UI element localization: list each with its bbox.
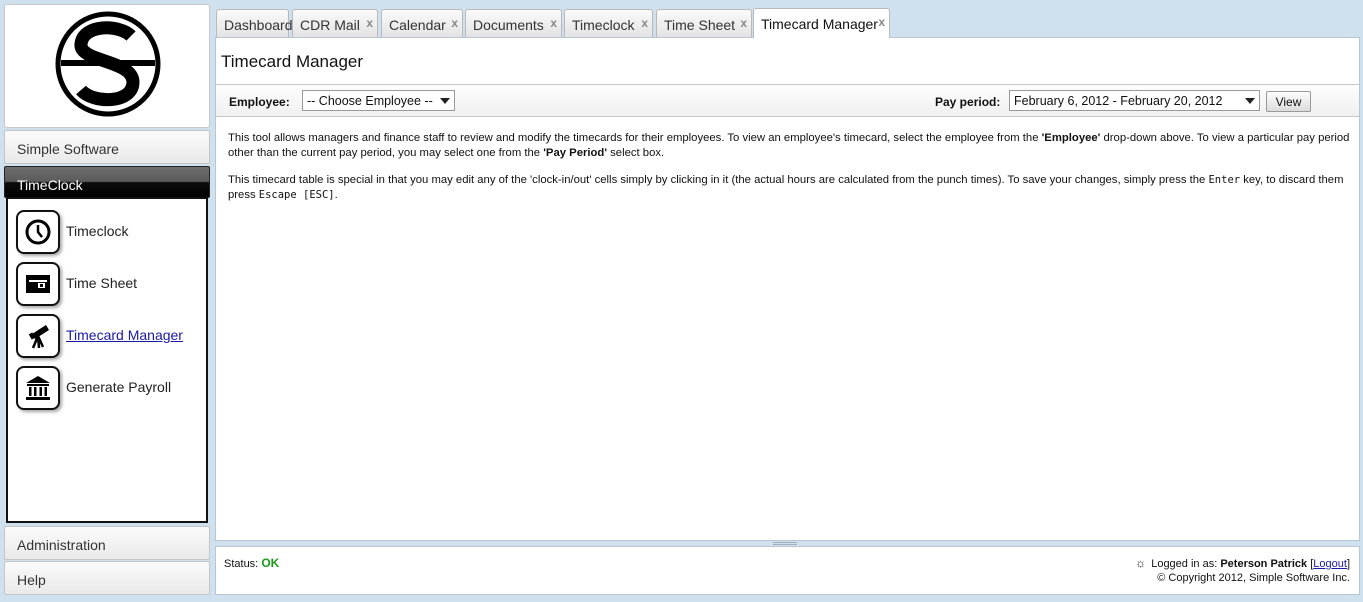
tab-label: CDR Mail: [300, 17, 360, 33]
desc1-emphasis-employee: 'Employee': [1041, 132, 1101, 144]
pay-period-label: Pay period:: [935, 95, 1001, 109]
desc1-text-e: select box.: [607, 147, 665, 159]
filter-toolbar: Employee: -- Choose Employee -- Pay peri…: [216, 85, 1359, 117]
main-panel: Timecard Manager Employee: -- Choose Emp…: [215, 37, 1360, 541]
resize-handle[interactable]: [773, 542, 797, 545]
telescope-icon: [16, 314, 60, 358]
status-label: Status:: [224, 558, 259, 570]
desc2-key-escape: Escape [ESC]: [258, 189, 335, 201]
tab-label: Timeclock: [572, 17, 635, 33]
tab-calendar[interactable]: Calendar x: [381, 9, 463, 37]
logo-box: [4, 4, 210, 128]
pay-period-select-value: February 6, 2012 - February 20, 2012: [1014, 94, 1223, 108]
section-simple-software[interactable]: Simple Software: [4, 130, 210, 164]
nav-item-timeclock[interactable]: Timeclock: [16, 210, 206, 256]
logout-link[interactable]: Logout: [1313, 558, 1347, 570]
section-help[interactable]: Help: [4, 561, 210, 595]
tab-bar: Dashboard CDR Mail x Calendar x Document…: [214, 6, 1360, 38]
bank-icon: [16, 366, 60, 410]
employee-label: Employee:: [229, 95, 290, 109]
chevron-down-icon: [1245, 98, 1255, 104]
tab-cdr-mail[interactable]: CDR Mail x: [292, 9, 378, 37]
copyright: © Copyright 2012, Simple Software Inc.: [1157, 572, 1350, 584]
section-timeclock[interactable]: TimeClock: [4, 166, 210, 198]
description-paragraph-1: This tool allows managers and finance st…: [228, 131, 1353, 161]
logged-in-label: Logged in as:: [1151, 558, 1218, 570]
status-value: OK: [261, 556, 280, 570]
employee-select-value: -- Choose Employee --: [307, 94, 433, 108]
login-line: ☼ Logged in as: Peterson Patrick [Logout…: [1135, 556, 1350, 571]
timeclock-panel: Timeclock Time Sheet Timecard Manager Ge…: [6, 197, 208, 523]
bracket-close: ]: [1346, 558, 1350, 570]
tab-dashboard[interactable]: Dashboard: [216, 9, 293, 37]
tab-label: Documents: [473, 17, 544, 33]
simple-software-logo: [55, 11, 161, 117]
tab-label: Dashboard: [224, 17, 293, 33]
close-icon[interactable]: x: [550, 16, 557, 30]
user-name: Peterson Patrick: [1220, 558, 1308, 570]
tab-documents[interactable]: Documents x: [465, 9, 562, 37]
gear-icon[interactable]: ☼: [1135, 556, 1146, 570]
nav-label-generate-payroll: Generate Payroll: [66, 379, 172, 395]
nav-label-timeclock: Timeclock: [66, 223, 129, 239]
nav-label-time-sheet: Time Sheet: [66, 275, 138, 291]
description-paragraph-2: This timecard table is special in that y…: [228, 173, 1353, 203]
close-icon[interactable]: x: [451, 16, 458, 30]
close-icon[interactable]: x: [740, 16, 747, 30]
desc1-emphasis-pay-period: 'Pay Period': [543, 147, 608, 159]
pay-period-select[interactable]: February 6, 2012 - February 20, 2012: [1009, 90, 1260, 111]
close-icon[interactable]: x: [366, 16, 373, 30]
tab-label: Timecard Manager: [761, 16, 878, 32]
nav-item-generate-payroll[interactable]: Generate Payroll: [16, 366, 206, 412]
nav-label-timecard-manager[interactable]: Timecard Manager: [66, 327, 183, 343]
employee-select[interactable]: -- Choose Employee --: [302, 90, 455, 111]
tab-timeclock[interactable]: Timeclock x: [564, 9, 653, 37]
chevron-down-icon: [440, 98, 450, 104]
tab-time-sheet[interactable]: Time Sheet x: [656, 9, 752, 37]
status-indicator: Status: OK: [224, 556, 279, 570]
tab-label: Time Sheet: [664, 17, 736, 33]
section-administration[interactable]: Administration: [4, 526, 210, 560]
nav-item-time-sheet[interactable]: Time Sheet: [16, 262, 206, 308]
desc2-text-a: This timecard table is special in that y…: [228, 174, 1209, 186]
view-button[interactable]: View: [1266, 91, 1311, 112]
sidebar: Simple Software TimeClock Timeclock Time…: [4, 4, 210, 597]
tab-timecard-manager[interactable]: Timecard Manager x: [753, 8, 890, 38]
close-icon[interactable]: x: [878, 15, 885, 29]
nav-item-timecard-manager[interactable]: Timecard Manager: [16, 314, 206, 360]
session-info: ☼ Logged in as: Peterson Patrick [Logout…: [1135, 556, 1350, 585]
tab-label: Calendar: [389, 17, 446, 33]
clock-icon: [16, 210, 60, 254]
desc2-text-e: .: [334, 189, 338, 201]
status-bar: Status: OK ☼ Logged in as: Peterson Patr…: [215, 546, 1360, 595]
description: This tool allows managers and finance st…: [228, 131, 1353, 215]
card-icon: [16, 262, 60, 306]
close-icon[interactable]: x: [641, 16, 648, 30]
page-title: Timecard Manager: [221, 52, 364, 71]
desc2-key-enter: Enter: [1208, 174, 1241, 186]
desc1-text-a: This tool allows managers and finance st…: [228, 132, 1042, 144]
